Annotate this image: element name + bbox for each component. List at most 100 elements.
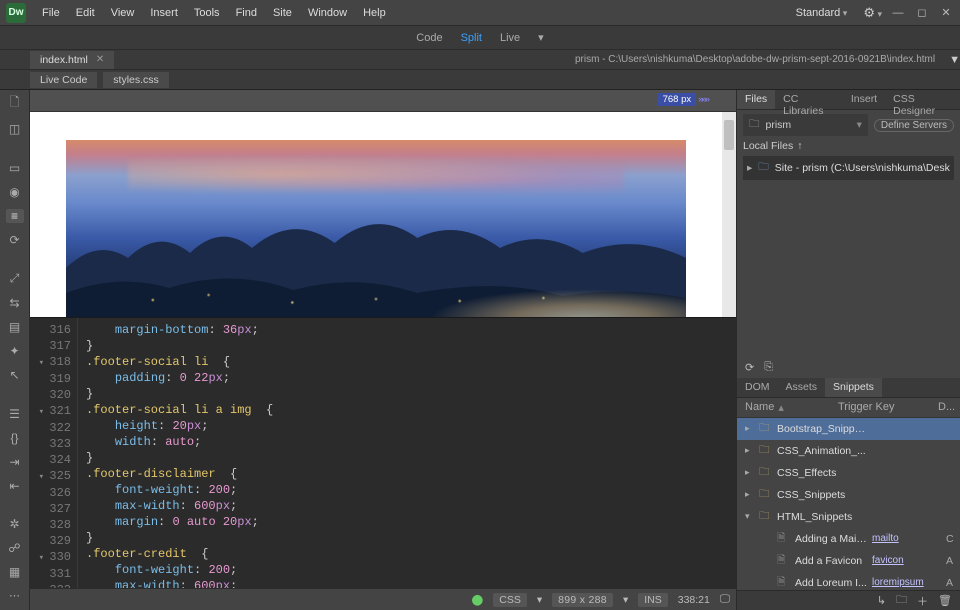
document-tabs-row: index.html ✕ prism - C:\Users\nishkuma\D…	[0, 50, 960, 70]
snippet-item[interactable]: 🗎Add a FaviconfaviconA	[737, 550, 960, 572]
close-tab-icon[interactable]: ✕	[96, 54, 104, 65]
snippet-folder[interactable]: ▾🗀HTML_Snippets	[737, 506, 960, 528]
file-icon: 🗎	[777, 574, 791, 591]
refresh-icon[interactable]: ⟳	[6, 233, 24, 247]
collapse-icon[interactable]: ⇆	[6, 296, 24, 310]
new-snippet-icon[interactable]: ＋	[917, 593, 928, 609]
file-mgmt-icon[interactable]: 🗋	[6, 94, 24, 112]
menu-site[interactable]: Site	[265, 3, 300, 23]
code-editor[interactable]: 3163173183193203213223233243253263273283…	[30, 318, 736, 588]
snippet-item[interactable]: 🗎Adding a Mailt...mailtoC	[737, 528, 960, 550]
pointer-icon[interactable]: ↖	[6, 368, 24, 382]
file-tree[interactable]: ▸ 🗀 Site - prism (C:\Users\nishkuma\Desk…	[743, 156, 954, 180]
menu-file[interactable]: File	[34, 3, 68, 23]
document-tab[interactable]: index.html ✕	[30, 51, 114, 69]
maximize-button[interactable]: ◻	[914, 6, 930, 20]
snippet-label: HTML_Snippets	[777, 511, 868, 523]
menu-view[interactable]: View	[103, 3, 143, 23]
viewport-width-badge: 768 px»»»	[658, 94, 708, 105]
site-name: prism	[766, 119, 792, 131]
related-file-tab[interactable]: styles.css	[103, 72, 169, 88]
preview-browser-icon[interactable]: 🖵	[720, 593, 730, 606]
sort-asc-icon[interactable]: ↑	[797, 140, 802, 152]
define-servers-button[interactable]: Define Servers	[874, 119, 954, 132]
related-files-filter-icon[interactable]: ▼	[949, 54, 960, 66]
menu-window[interactable]: Window	[300, 3, 355, 23]
panel-tab-insert[interactable]: Insert	[843, 90, 885, 109]
sync-ok-icon: ⬤	[471, 594, 483, 606]
panel-tab-files[interactable]: Files	[737, 90, 775, 109]
viewport-dimensions[interactable]: 899 x 288	[552, 593, 613, 607]
wand-icon[interactable]: ✦	[6, 344, 24, 358]
snippet-label: Adding a Mailt...	[795, 533, 868, 545]
link-icon[interactable]: ⎘	[764, 361, 773, 374]
color-icon[interactable]: ▦	[6, 565, 24, 579]
snippet-folder[interactable]: ▸🗀CSS_Effects	[737, 462, 960, 484]
snippets-col-trigger[interactable]: Trigger Key	[838, 401, 908, 414]
workspace-switcher[interactable]: Standard	[788, 3, 856, 23]
menu-insert[interactable]: Insert	[142, 3, 186, 23]
view-mode-bar: Code Split Live ▾	[0, 26, 960, 50]
panel-tab-css-designer[interactable]: CSS Designer	[885, 90, 960, 109]
site-selector[interactable]: 🗀 prism ▾	[743, 114, 868, 136]
chevron-icon: ▸	[745, 445, 755, 456]
snippets-panel-tabs: DOMAssetsSnippets	[737, 378, 960, 398]
live-options-dropdown[interactable]: ▾	[538, 31, 544, 44]
view-mode-code[interactable]: Code	[416, 32, 442, 44]
cursor-position: 338:21	[678, 594, 710, 606]
outdent-icon[interactable]: ⇤	[6, 479, 24, 493]
comment-icon[interactable]: ☰	[6, 407, 24, 421]
insert-snippet-icon[interactable]: ↳	[877, 594, 886, 607]
files-panel: 🗀 prism ▾ Define Servers Local Files ↑ ▸…	[737, 110, 960, 184]
refresh-icon[interactable]: ⟳	[745, 361, 754, 374]
preview-scrollbar[interactable]	[722, 112, 736, 317]
close-button[interactable]: ✕	[938, 6, 954, 20]
dims-dropdown-icon[interactable]: ▾	[623, 594, 628, 606]
snippets-list[interactable]: ▸🗀Bootstrap_Snippets▸🗀CSS_Animation_...▸…	[737, 418, 960, 591]
snippet-folder[interactable]: ▸🗀CSS_Snippets	[737, 484, 960, 506]
expand-all-icon[interactable]: ⤢	[6, 271, 24, 286]
panel-tab-assets[interactable]: Assets	[778, 378, 826, 397]
language-mode[interactable]: CSS	[493, 593, 527, 607]
snippet-folder[interactable]: ▸🗀Bootstrap_Snippets	[737, 418, 960, 440]
menu-help[interactable]: Help	[355, 3, 394, 23]
live-preview-pane[interactable]	[30, 112, 736, 318]
chevron-icon: ▸	[745, 467, 755, 478]
hero-image	[66, 140, 686, 317]
file-icon: 🗎	[777, 530, 791, 548]
related-file-tab[interactable]: Live Code	[30, 72, 97, 88]
view-mode-split[interactable]: Split	[461, 32, 482, 44]
snippets-col-desc[interactable]: D...	[938, 401, 952, 414]
delete-snippet-icon[interactable]: 🗑	[938, 594, 952, 607]
new-folder-icon[interactable]: 🗀	[896, 591, 907, 610]
split-view-icon[interactable]: ◫	[6, 122, 24, 136]
file-tree-root[interactable]: ▸ 🗀 Site - prism (C:\Users\nishkuma\Desk…	[747, 159, 950, 177]
panel-tab-cc-libraries[interactable]: CC Libraries	[775, 90, 843, 109]
toggle-panels-icon[interactable]: ≡	[6, 209, 24, 223]
lang-dropdown-icon[interactable]: ▾	[537, 594, 542, 606]
view-mode-live[interactable]: Live	[500, 32, 520, 44]
panel-tab-snippets[interactable]: Snippets	[825, 378, 882, 397]
sync-settings-icon[interactable]: ⚙	[863, 5, 882, 21]
link-icon[interactable]: ☍	[6, 541, 24, 555]
snippet-item[interactable]: 🗎Add Loreum I...loremipsumA	[737, 572, 960, 591]
left-toolbar: 🗋 ◫ ▭ ◉ ≡ ⟳ ⤢ ⇆ ▤ ✦ ↖ ☰ {} ⇥ ⇤ ✲ ☍ ▦ ⋯	[0, 90, 30, 610]
insert-mode[interactable]: INS	[638, 593, 668, 607]
menu-find[interactable]: Find	[228, 3, 265, 23]
chevron-right-icon: ▸	[747, 162, 752, 174]
panel-tab-dom[interactable]: DOM	[737, 378, 778, 397]
menu-edit[interactable]: Edit	[68, 3, 103, 23]
inspect-icon[interactable]: ▭	[6, 161, 24, 175]
local-files-label: Local Files	[743, 140, 793, 152]
live-view-icon[interactable]: ◉	[6, 185, 24, 199]
format-icon[interactable]: ▤	[6, 320, 24, 334]
more-tools-icon[interactable]: ⋯	[9, 589, 20, 602]
indent-icon[interactable]: ⇥	[6, 455, 24, 469]
snippet-folder[interactable]: ▸🗀CSS_Animation_...	[737, 440, 960, 462]
snippet-icon[interactable]: ✲	[6, 517, 24, 531]
minimize-button[interactable]: —	[890, 6, 906, 20]
brackets-icon[interactable]: {}	[6, 431, 24, 445]
menu-tools[interactable]: Tools	[186, 3, 228, 23]
media-query-bar[interactable]: 768 px»»»	[30, 90, 736, 112]
snippets-col-name[interactable]: Name	[745, 401, 774, 413]
